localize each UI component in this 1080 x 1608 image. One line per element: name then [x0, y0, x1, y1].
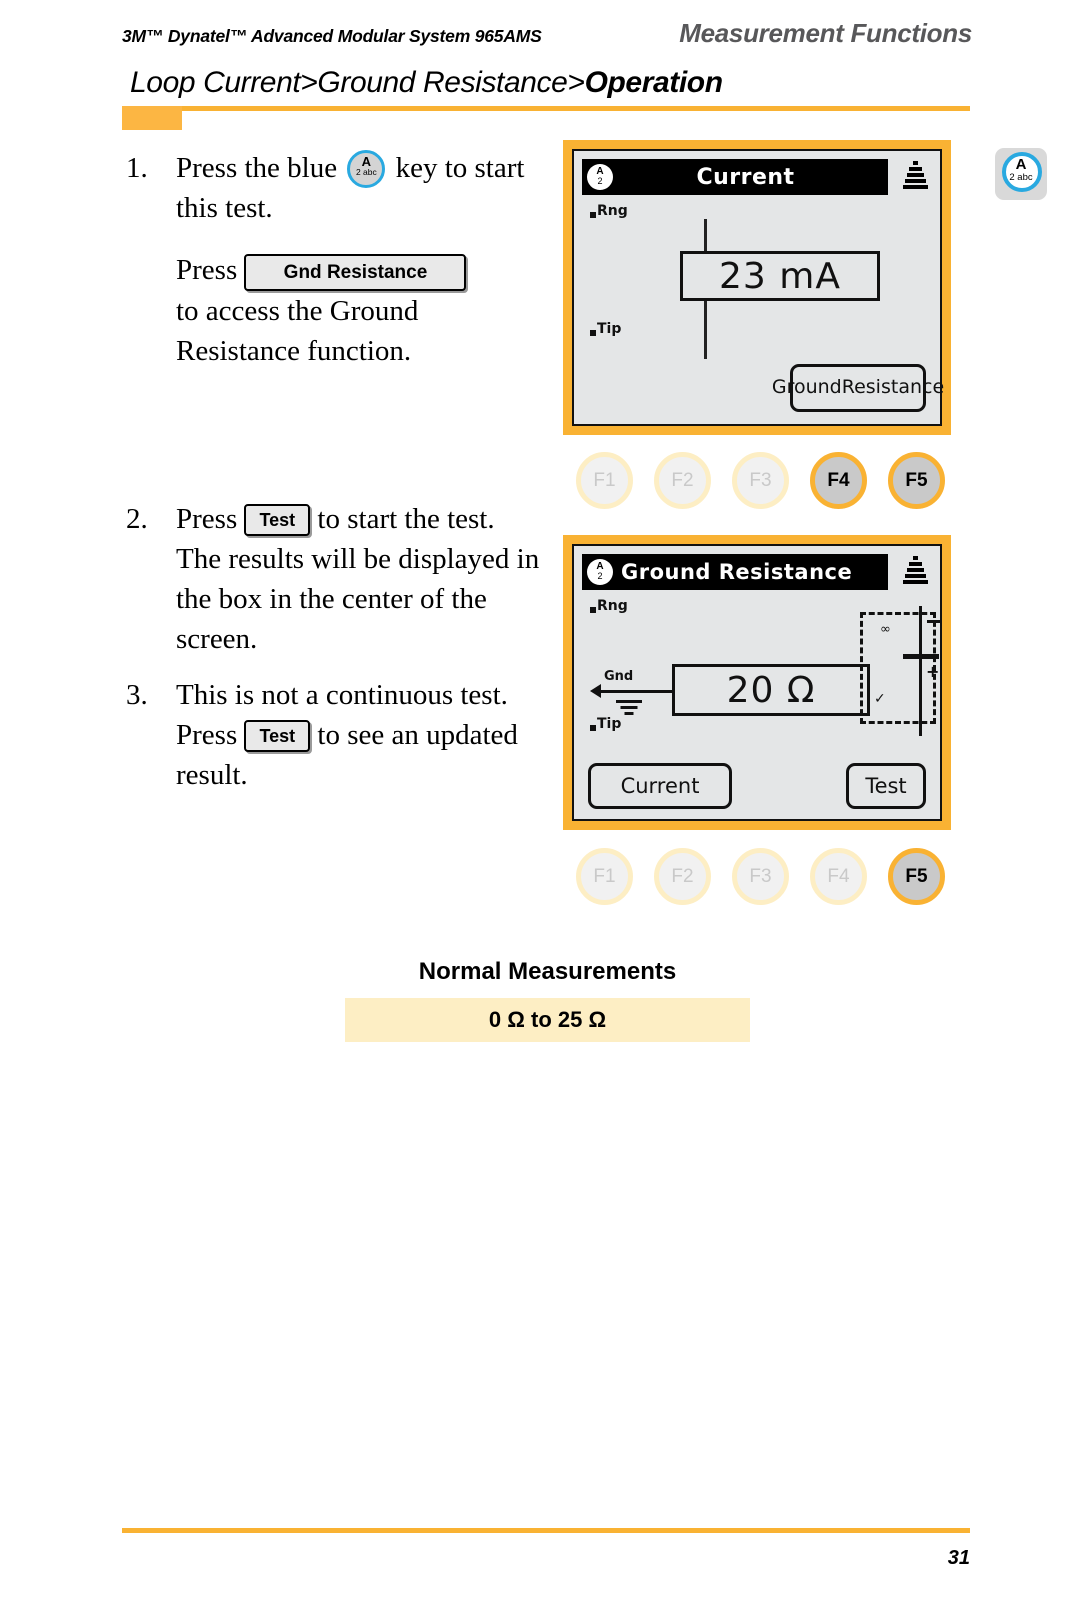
margin-key-letter: A: [1015, 156, 1027, 173]
lcd2-badge-sub: 2: [597, 571, 603, 581]
step-3: 3. This is not a continuous test. Press …: [126, 675, 546, 795]
normal-measurements-range-box: 0 Ω to 25 Ω: [345, 998, 750, 1042]
fkey-f2-row2[interactable]: F2: [654, 848, 711, 905]
signal-level-icon: [902, 556, 928, 586]
lcd1-titlebar: A 2 Current: [582, 159, 888, 195]
fkey-f3-row1[interactable]: F3: [732, 452, 789, 509]
footer-divider-rule: [122, 1528, 970, 1533]
title-accent-tab: [122, 106, 182, 130]
step-3-number: 3.: [126, 679, 148, 711]
step-1-number: 1.: [126, 152, 148, 184]
lcd2-gnd-label: Gnd: [604, 669, 634, 684]
title-divider-rule: [122, 106, 970, 111]
lcd2-titlebar: A 2 Ground Resistance: [582, 554, 888, 590]
lcd2-mode-badge-icon: A 2: [587, 559, 613, 585]
battery-check-symbol: ✓: [874, 691, 886, 707]
battery-dashed-box-icon: [860, 612, 936, 724]
step-1-tail-text: to access the Ground Resistance function…: [176, 295, 419, 367]
fkey-f2-row1[interactable]: F2: [654, 452, 711, 509]
lcd2-inner: A 2 Ground Resistance Rng Tip Gnd 20 Ω +…: [572, 544, 942, 821]
step-2-body: Press Test to start the test. The result…: [176, 499, 546, 659]
lcd2-softkey-current[interactable]: Current: [588, 763, 732, 809]
lcd1-inner: A 2 Current Rng Tip 23 mA Ground Resista…: [572, 149, 944, 426]
margin-a-key-icon: A 2 abc: [995, 148, 1047, 200]
lcd1-measurement-value: 23 mA: [680, 251, 880, 301]
blue-a-key-icon: A2 abc: [347, 150, 386, 188]
function-key-row-1: F1 F2 F3 F4 F5: [576, 452, 945, 509]
page-title-bold: Operation: [584, 66, 723, 99]
ground-bar-1: [616, 700, 642, 703]
step-2-number: 2.: [126, 503, 148, 535]
fkey-f5-row2[interactable]: F5: [888, 848, 945, 905]
step-1: 1. Press the blue A2 abc key to start th…: [126, 148, 546, 371]
lcd2-ring-terminal-label: Rng: [590, 598, 628, 614]
fkey-f4-row2[interactable]: F4: [810, 848, 867, 905]
step-2-text-before: Press: [176, 503, 245, 535]
test-button-step3[interactable]: Test: [244, 720, 311, 752]
lcd1-title-text: Current: [696, 164, 795, 190]
ground-lead-line: [598, 690, 674, 693]
lcd1-badge-sub: 2: [597, 176, 603, 186]
lcd2-title-text: Ground Resistance: [621, 560, 853, 584]
fkey-f5-row1[interactable]: F5: [888, 452, 945, 509]
header-section-title: Measurement Functions: [679, 18, 972, 48]
step-1-press-row: Press Gnd Resistance: [176, 250, 546, 291]
instruction-steps: 1. Press the blue A2 abc key to start th…: [126, 148, 546, 799]
lcd2-softkey-test[interactable]: Test: [846, 763, 926, 809]
fkey-f1-row2[interactable]: F1: [576, 848, 633, 905]
step-1-body: Press the blue A2 abc key to start this …: [176, 148, 546, 371]
signal-level-icon: [902, 161, 928, 191]
gnd-resistance-button[interactable]: Gnd Resistance: [244, 254, 467, 291]
battery-wire-top: [919, 606, 922, 654]
fkey-f1-row1[interactable]: F1: [576, 452, 633, 509]
ground-arrow-head: [590, 684, 601, 698]
lcd1-mode-badge-icon: A 2: [587, 164, 613, 190]
battery-minus-terminal: [927, 620, 940, 623]
fkey-f3-row2[interactable]: F3: [732, 848, 789, 905]
step-3-body: This is not a continuous test. Press Tes…: [176, 675, 546, 795]
battery-wire-bottom: [919, 658, 922, 736]
fkey-f4-row1[interactable]: F4: [810, 452, 867, 509]
margin-key-sublabel: 2 abc: [1009, 172, 1033, 183]
function-key-row-2: F1 F2 F3 F4 F5: [576, 848, 945, 905]
ground-symbol-icon: Gnd: [586, 668, 674, 726]
page-title: Loop Current>Ground Resistance>Operation: [130, 66, 723, 100]
header-product-name: 3M™ Dynatel™ Advanced Modular System 965…: [122, 26, 542, 46]
page-number: 31: [947, 1547, 970, 1569]
lcd1-softkey-line1: Ground: [771, 376, 842, 399]
lcd-screen-ground-resistance: A 2 Ground Resistance Rng Tip Gnd 20 Ω +…: [563, 535, 951, 830]
lcd1-softkey-line2: Resistance: [841, 376, 945, 399]
battery-plate: [903, 654, 939, 659]
step-1-text-before: Press the blue: [176, 152, 345, 184]
lcd-screen-current: A 2 Current Rng Tip 23 mA Ground Resista…: [563, 140, 951, 435]
lcd1-tip-terminal-label: Tip: [589, 321, 622, 337]
normal-measurements-title: Normal Measurements: [418, 958, 677, 985]
ground-bar-3: [624, 712, 634, 715]
battery-infinity-symbol: ∞: [880, 622, 891, 637]
step-1-press-label: Press: [176, 254, 238, 286]
page-title-prefix: Loop Current>Ground Resistance>: [130, 66, 585, 99]
step-2: 2. Press Test to start the test. The res…: [126, 499, 546, 659]
test-button-step2[interactable]: Test: [244, 504, 311, 536]
lcd1-ring-terminal-label: Rng: [590, 203, 628, 219]
lcd1-softkey-ground-resistance[interactable]: Ground Resistance: [772, 364, 944, 412]
lcd2-measurement-value: 20 Ω: [672, 664, 870, 716]
key-sublabel: 2 abc: [355, 167, 377, 177]
ground-bar-2: [620, 706, 638, 709]
battery-plus-terminal: +: [926, 662, 940, 681]
page-header: 3M™ Dynatel™ Advanced Modular System 965…: [122, 18, 972, 49]
